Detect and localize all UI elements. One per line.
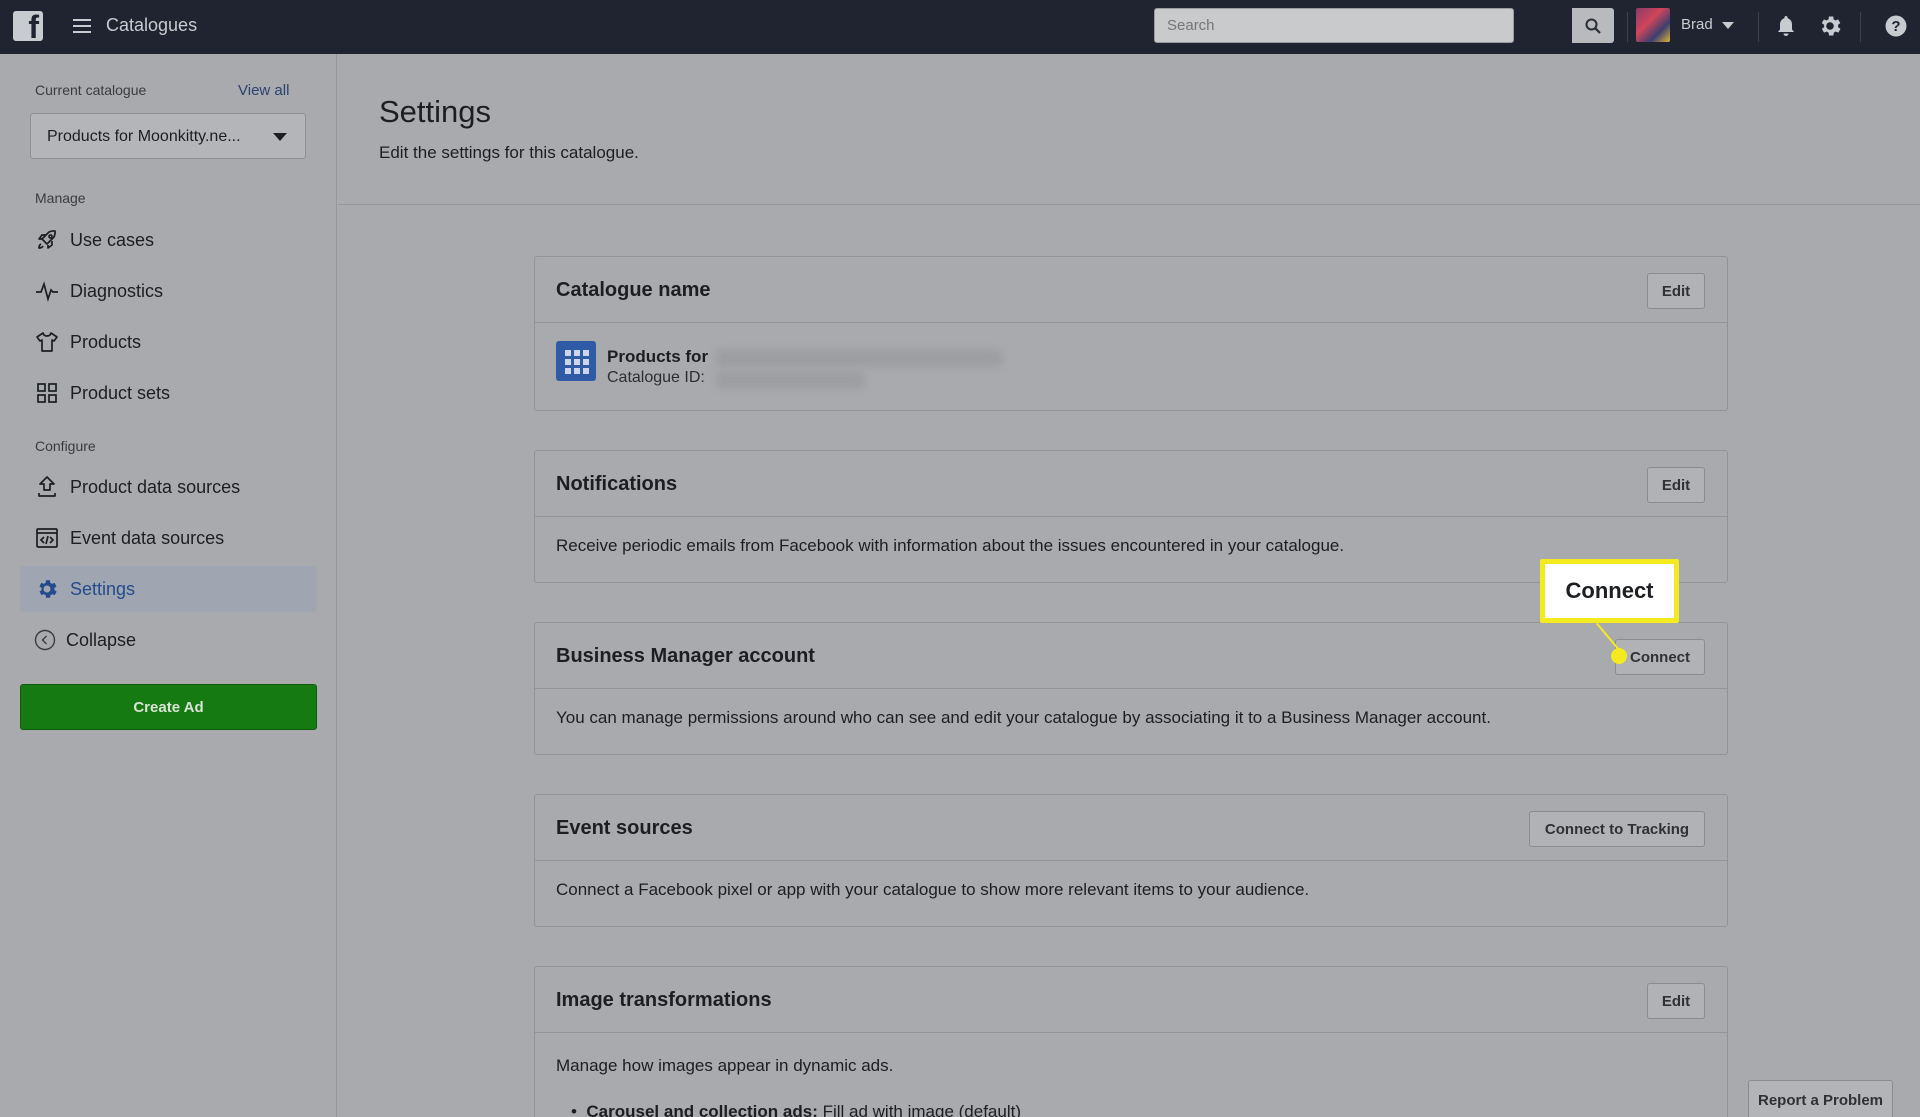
sidebar-item-label: Product data sources [70,476,241,497]
page-header: Settings Edit the settings for this cata… [338,54,1920,205]
search-input[interactable] [1155,9,1573,42]
divider [1860,12,1861,42]
hamburger-menu-icon[interactable] [73,16,91,36]
business-manager-description: You can manage permissions around who ca… [556,708,1491,727]
card-title: Event sources [556,817,693,839]
avatar[interactable] [1636,8,1670,42]
bullet-label: Carousel and collection ads: [586,1102,818,1117]
bullet-value: Fill ad with image (default) [817,1102,1021,1117]
catalogue-name-value: Products for [607,347,709,366]
gear-icon[interactable] [1816,12,1844,40]
business-manager-card: Business Manager account Connect You can… [534,622,1728,755]
connect-callout: Connect [1540,559,1679,623]
notifications-description: Receive periodic emails from Facebook wi… [556,536,1345,555]
card-header: Event sources Connect to Tracking [535,795,1727,861]
manage-section-label: Manage [35,190,86,206]
event-sources-card: Event sources Connect to Tracking Connec… [534,794,1728,927]
app-title[interactable]: Catalogues [106,15,197,36]
grid-icon [34,380,60,406]
sidebar-item-label: Settings [70,578,136,599]
bell-icon[interactable] [1772,12,1800,40]
search-button[interactable] [1572,8,1614,43]
sidebar-item-use-cases[interactable]: Use cases [20,217,317,263]
catalogue-grid-icon [556,341,596,381]
page-title: Settings [379,94,492,129]
bullet-item: • Carousel and collection ads: Fill ad w… [571,1102,1021,1117]
shirt-icon [34,329,60,355]
top-navigation-bar: f Catalogues Brad ? [0,0,1920,54]
search-box [1154,8,1573,43]
catalogue-id-label: Catalogue ID: [607,369,705,386]
callout-pointer-dot [1611,648,1627,664]
configure-section-label: Configure [35,438,96,454]
bullet-dot: • [571,1102,587,1117]
sidebar-item-event-data-sources[interactable]: Event data sources [20,515,317,561]
sidebar-item-label: Products [70,331,142,352]
create-ad-button[interactable]: Create Ad [20,684,317,730]
catalogue-selected-value: Products for Moonkitty.ne... [47,128,241,145]
code-window-icon [34,525,60,551]
card-header: Business Manager account Connect [535,623,1727,689]
facebook-logo-icon[interactable]: f [13,11,43,41]
edit-notifications-button[interactable]: Edit [1647,467,1705,503]
connect-to-tracking-button[interactable]: Connect to Tracking [1529,811,1705,847]
chevron-left-circle-icon [34,627,56,653]
event-sources-description: Connect a Facebook pixel or app with you… [556,880,1310,899]
catalogue-name-card: Catalogue name Edit Products for Catalog… [534,256,1728,411]
redacted-catalogue-name [715,349,1003,367]
card-title: Notifications [556,473,678,495]
divider [1627,12,1628,42]
card-header: Image transformations Edit [535,967,1727,1033]
pulse-icon [34,278,60,304]
sidebar-item-settings[interactable]: Settings [20,566,317,612]
sidebar-item-label: Collapse [66,629,137,650]
sidebar-item-label: Product sets [70,382,171,403]
sidebar-item-diagnostics[interactable]: Diagnostics [20,268,317,314]
card-title: Business Manager account [556,645,815,667]
redacted-catalogue-id [715,371,865,389]
card-title: Catalogue name [556,279,711,301]
sidebar-item-label: Event data sources [70,527,225,548]
catalogue-selector[interactable]: Products for Moonkitty.ne... [30,113,306,159]
svg-text:?: ? [1891,18,1900,35]
chevron-down-icon[interactable] [1722,22,1734,29]
card-header: Catalogue name Edit [535,257,1727,323]
edit-catalogue-name-button[interactable]: Edit [1647,273,1705,309]
current-catalogue-label: Current catalogue [35,82,147,98]
help-icon[interactable]: ? [1882,12,1910,40]
sidebar-item-label: Diagnostics [70,280,164,301]
gear-icon [34,576,60,602]
rocket-icon [34,227,60,253]
chevron-down-icon [273,133,287,141]
sidebar-item-label: Use cases [70,229,155,250]
report-problem-button[interactable]: Report a Problem [1748,1080,1893,1117]
card-title: Image transformations [556,989,772,1011]
upload-icon [34,474,60,500]
connect-business-manager-button[interactable]: Connect [1615,639,1705,675]
sidebar-item-products[interactable]: Products [20,319,317,365]
card-header: Notifications Edit [535,451,1727,517]
search-icon [1585,18,1601,34]
divider [1758,12,1759,42]
view-all-link[interactable]: View all [238,82,289,99]
sidebar-item-product-data-sources[interactable]: Product data sources [20,464,317,510]
image-transformations-description: Manage how images appear in dynamic ads. [556,1056,894,1075]
image-transformations-card: Image transformations Edit Manage how im… [534,966,1728,1117]
page-subtitle: Edit the settings for this catalogue. [379,143,639,162]
edit-image-transformations-button[interactable]: Edit [1647,983,1705,1019]
sidebar-collapse[interactable]: Collapse [20,617,317,663]
user-name[interactable]: Brad [1681,16,1713,33]
sidebar-item-product-sets[interactable]: Product sets [20,370,317,416]
